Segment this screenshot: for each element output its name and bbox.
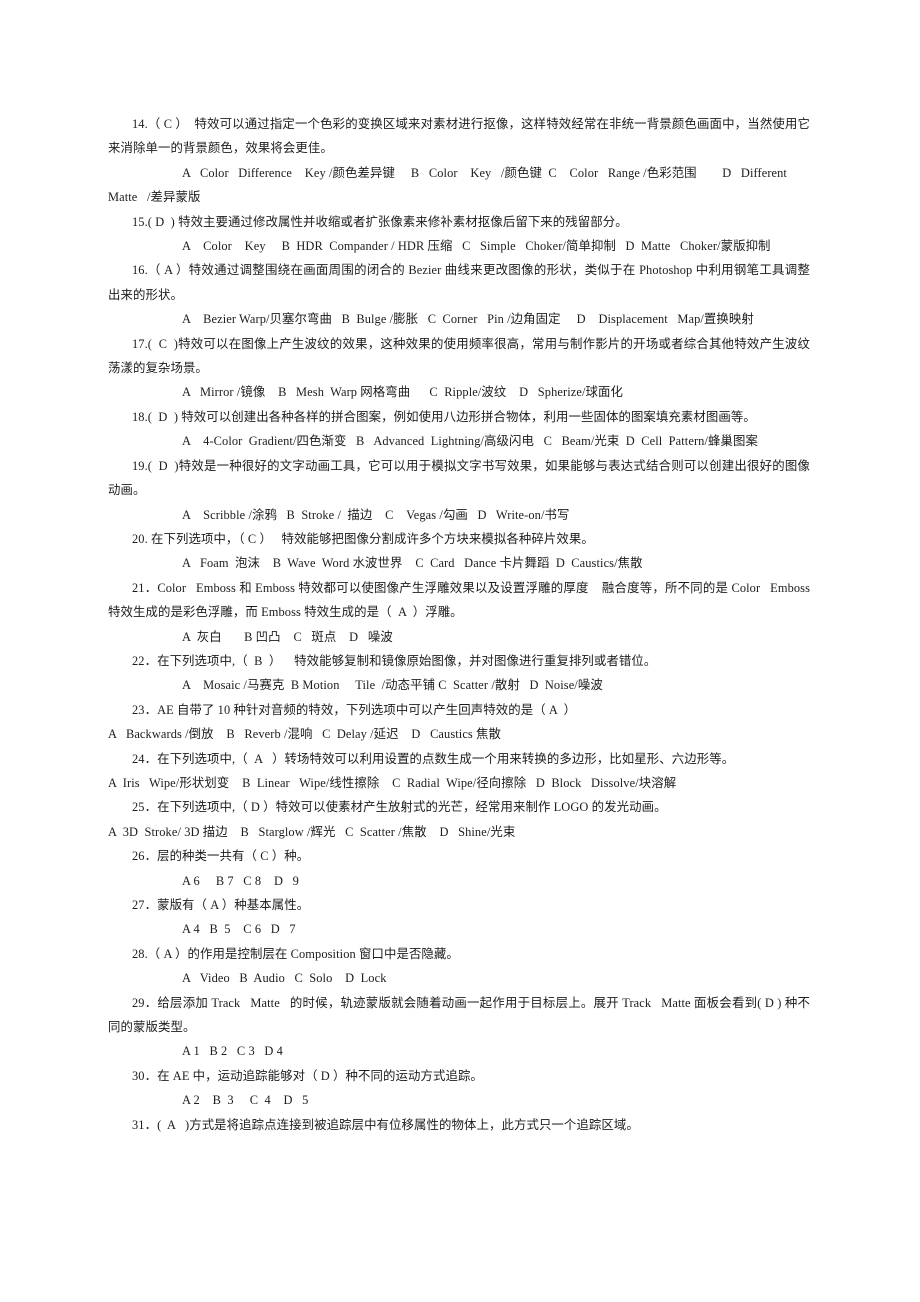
- question-stem-14: 14.（ C ） 特效可以通过指定一个色彩的变换区域来对素材进行抠像，这样特效经…: [108, 117, 810, 156]
- question-options-27: A 4 B 5 C 6 D 7: [182, 922, 296, 937]
- question-stem-24: 24．在下列选项中,（ A ）转场特效可以利用设置的点数生成一个用来转换的多边形…: [132, 751, 735, 766]
- question-options-26: A 6 B 7 C 8 D 9: [182, 873, 299, 888]
- question-options-20: A Foam 泡沫 B Wave Word 水波世界 C Card Dance …: [182, 556, 643, 571]
- document-body: 14.（ C ） 特效可以通过指定一个色彩的变换区域来对素材进行抠像，这样特效经…: [108, 112, 810, 1137]
- question-stem-29: 29．给层添加 Track Matte 的时候，轨迹蒙版就会随着动画一起作用于目…: [108, 995, 810, 1035]
- question-stem-26: 26．层的种类一共有（ C ）种。: [132, 849, 310, 864]
- question-stem-19: 19.( D )特效是一种很好的文字动画工具，它可以用于模拟文字书写效果，如果能…: [108, 458, 810, 498]
- question-stem-30: 30．在 AE 中，运动追踪能够对（ D ）种不同的运动方式追踪。: [132, 1068, 483, 1083]
- question-stem-25: 25．在下列选项中,（ D ）特效可以使素材产生放射式的光芒，经常用来制作 LO…: [132, 800, 667, 815]
- question-stem-23: 23．AE 自带了 10 种针对音频的特效，下列选项中可以产生回声特效的是（ A…: [132, 702, 577, 717]
- question-options-29: A 1 B 2 C 3 D 4: [182, 1044, 283, 1059]
- question-options-24: A Iris Wipe/形状划变 B Linear Wipe/线性擦除 C Ra…: [108, 775, 677, 790]
- question-options-15: A Color Key B HDR Compander / HDR 压缩 C S…: [182, 239, 771, 254]
- document-page: 14.（ C ） 特效可以通过指定一个色彩的变换区域来对素材进行抠像，这样特效经…: [0, 0, 920, 1302]
- question-options-21: A 灰白 B 凹凸 C 斑点 D 噪波: [182, 629, 393, 644]
- question-stem-18: 18.( D ) 特效可以创建出各种各样的拼合图案，例如使用八边形拼合物体，利用…: [132, 409, 756, 424]
- question-options-19: A Scribble /涂鸦 B Stroke / 描边 C Vegas /勾画…: [182, 507, 570, 522]
- question-stem-21: 21．Color Emboss 和 Emboss 特效都可以使图像产生浮雕效果以…: [108, 580, 814, 620]
- question-stem-17: 17.( C )特效可以在图像上产生波纹的效果，这种效果的使用频率很高，常用与制…: [108, 336, 810, 376]
- question-options-16: A Bezier Warp/贝塞尔弯曲 B Bulge /膨胀 C Corner…: [182, 312, 754, 327]
- question-options-17: A Mirror /镜像 B Mesh Warp 网格弯曲 C Ripple/波…: [182, 385, 623, 400]
- question-options-30: A 2 B 3 C 4 D 5: [182, 1093, 309, 1108]
- question-stem-22: 22．在下列选项中,（ B ） 特效能够复制和镜像原始图像，并对图像进行重复排列…: [132, 653, 657, 668]
- question-options-18: A 4-Color Gradient/四色渐变 B Advanced Light…: [182, 434, 758, 449]
- question-options-14: A Color Difference Key /颜色差异键 B Color Ke…: [108, 165, 797, 205]
- question-options-23: A Backwards /倒放 B Reverb /混响 C Delay /延迟…: [108, 727, 502, 742]
- question-options-25: A 3D Stroke/ 3D 描边 B Starglow /辉光 C Scat…: [108, 824, 516, 839]
- question-options-28: A Video B Audio C Solo D Lock: [182, 971, 387, 986]
- question-stem-16: 16.（ A ）特效通过调整围绕在画面周围的闭合的 Bezier 曲线来更改图像…: [108, 263, 810, 302]
- question-stem-27: 27．蒙版有（ A ）种基本属性。: [132, 898, 310, 912]
- question-stem-31: 31．( A )方式是将追踪点连接到被追踪层中有位移属性的物体上，此方式只一个追…: [132, 1117, 639, 1132]
- question-options-22: A Mosaic /马赛克 B Motion Tile /动态平铺 C Scat…: [182, 678, 603, 693]
- question-stem-28: 28.（ A ）的作用是控制层在 Composition 窗口中是否隐藏。: [132, 946, 459, 961]
- question-stem-15: 15.( D ) 特效主要通过修改属性并收缩或者扩张像素来修补素材抠像后留下来的…: [132, 214, 628, 229]
- question-stem-20: 20. 在下列选项中，（ C ） 特效能够把图像分割成许多个方块来模拟各种碎片效…: [132, 531, 594, 546]
